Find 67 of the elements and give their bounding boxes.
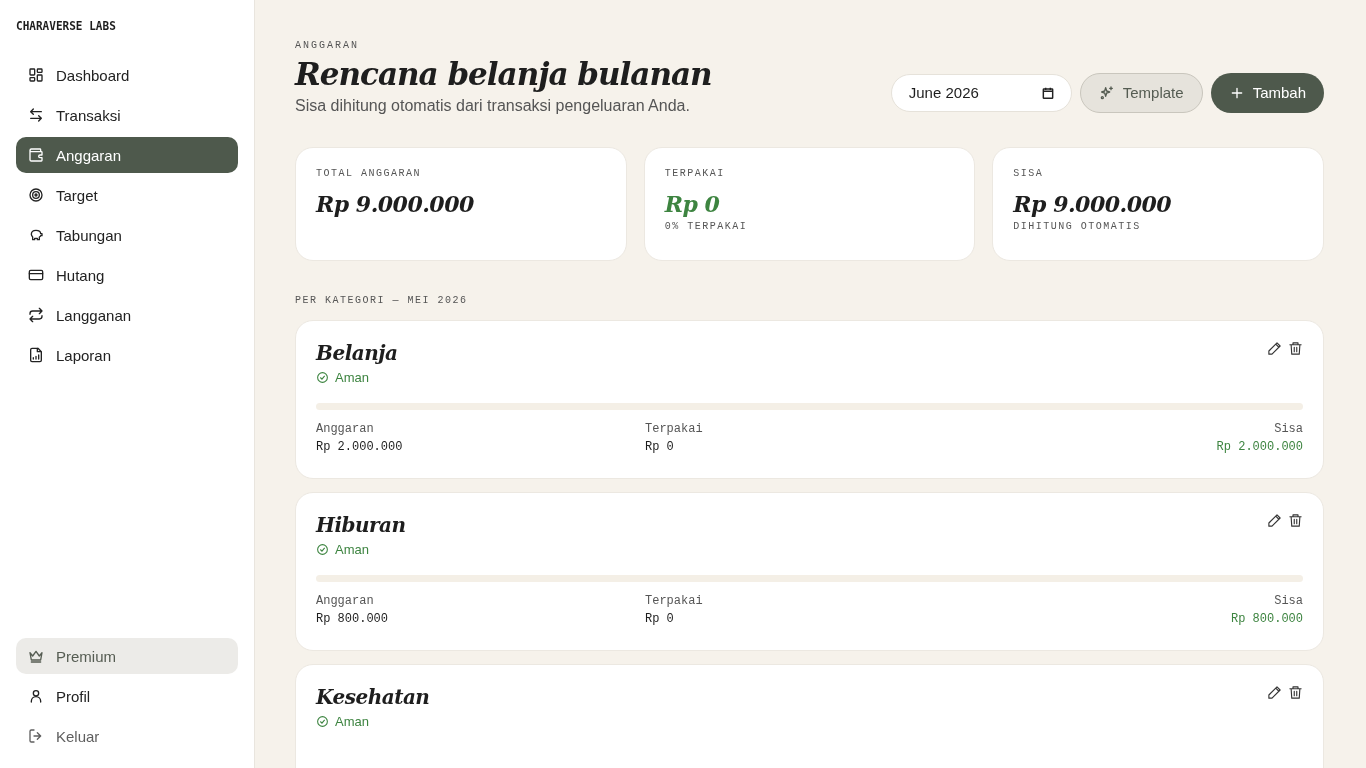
summary-label: SISA (1013, 167, 1045, 179)
month-field[interactable]: June 2026 (890, 73, 1072, 112)
sidebar-item[interactable]: Hutang (16, 257, 238, 293)
crown-icon (28, 648, 44, 664)
logout-icon (28, 728, 44, 744)
amount-value: Rp 0 (645, 439, 675, 454)
amount-label: Terpakai (645, 593, 704, 608)
status-label: Aman (335, 713, 369, 729)
nav-icon (28, 347, 44, 363)
sidebar-item[interactable]: Langganan (16, 297, 238, 333)
category-name: Belanja (316, 340, 398, 365)
summary-label: TERPAKAI (664, 167, 726, 179)
sidebar-item[interactable]: Dashboard (16, 57, 238, 93)
summary-value: Rp 0 (664, 190, 721, 217)
nav-icon (28, 267, 44, 283)
summary-label: TOTAL ANGGARAN (316, 167, 422, 179)
template-button[interactable]: Template (1079, 72, 1203, 113)
category-name: Kesehatan (316, 684, 430, 709)
summary-value: Rp 9.000.000 (1013, 190, 1173, 217)
nav-icon (28, 307, 44, 323)
sidebar-item[interactable]: Keluar (16, 718, 238, 754)
amount-value: Rp 800.000 (1230, 611, 1303, 626)
section-eyebrow: ANGGARAN (295, 40, 360, 51)
summary-note: DIHITUNG OTOMATIS (1013, 220, 1142, 232)
nav-icon (28, 147, 44, 163)
amount-value: Rp 0 (645, 611, 675, 626)
amount-label: Anggaran (316, 593, 375, 608)
sidebar-item[interactable]: Transaksi (16, 97, 238, 133)
user-icon (28, 688, 44, 704)
sparkle-icon (1098, 84, 1115, 101)
nav-icon (28, 187, 44, 203)
delete-icon[interactable] (1288, 340, 1303, 356)
amount-label: Anggaran (316, 421, 375, 436)
amount-label: Terpakai (645, 421, 704, 436)
check-circle-icon (316, 542, 329, 556)
calendar-icon (1040, 85, 1055, 100)
sidebar-item[interactable]: Profil (16, 678, 238, 714)
delete-icon[interactable] (1288, 512, 1303, 528)
summary-value: Rp 9.000.000 (316, 190, 475, 217)
page-subtitle: Sisa dihitung otomatis dari transaksi pengeluaran Anda. (295, 96, 691, 115)
summary-note: 0% TERPAKAI (664, 220, 749, 232)
sidebar-item[interactable]: Laporan (16, 337, 238, 373)
brand-logo: CHARAVERSE LABS (16, 18, 117, 33)
amount-label: Sisa (1273, 421, 1303, 436)
amount-label: Sisa (1273, 593, 1303, 608)
status-label: Aman (335, 369, 369, 385)
amount-value: Rp 2.000.000 (316, 439, 404, 454)
edit-icon[interactable] (1267, 684, 1282, 700)
check-circle-icon (316, 370, 329, 384)
nav-icon (28, 227, 44, 243)
section-title: PER KATEGORI — MEI 2026 (295, 294, 469, 306)
sidebar-item[interactable]: Anggaran (16, 137, 238, 173)
amount-value: Rp 2.000.000 (1215, 439, 1303, 454)
sidebar-item[interactable]: Tabungan (16, 217, 238, 253)
edit-icon[interactable] (1267, 340, 1282, 356)
sidebar-item[interactable]: Target (16, 177, 238, 213)
edit-icon[interactable] (1267, 512, 1282, 528)
nav-icon (28, 67, 44, 83)
delete-icon[interactable] (1288, 684, 1303, 700)
add-button[interactable]: Tambah (1210, 72, 1324, 113)
amount-value: Rp 800.000 (316, 611, 389, 626)
premium-item[interactable]: Premium (16, 638, 238, 674)
check-circle-icon (316, 714, 329, 728)
page-title: Rencana belanja bulanan (295, 57, 712, 93)
category-name: Hiburan (316, 512, 406, 537)
nav-icon (28, 107, 44, 123)
status-label: Aman (335, 541, 369, 557)
